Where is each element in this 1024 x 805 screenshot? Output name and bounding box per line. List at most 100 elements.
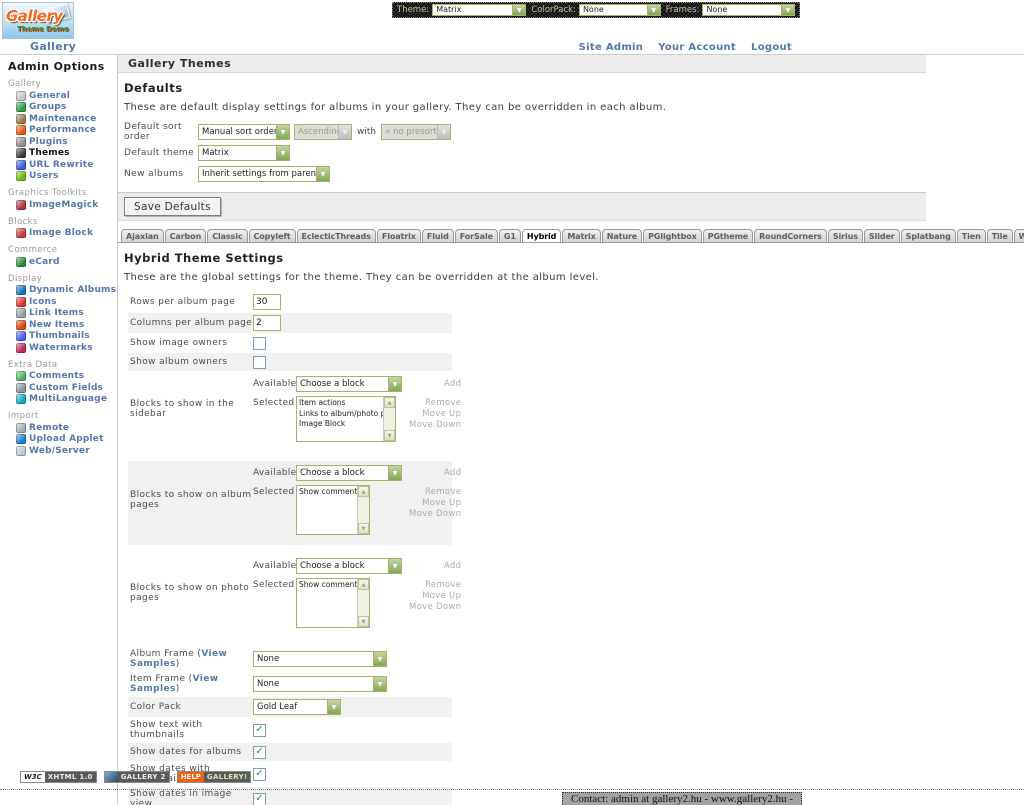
view-samples-link[interactable]: View Samples bbox=[130, 649, 227, 669]
sidebar-item-general[interactable]: General bbox=[8, 90, 117, 102]
list-option-item-actions[interactable]: Item actions bbox=[299, 398, 381, 409]
sidebar-link-dynamic-albums[interactable]: Dynamic Albums bbox=[29, 285, 116, 295]
tab-floatrix[interactable]: Floatrix bbox=[377, 229, 421, 242]
tab-sirius[interactable]: Sirius bbox=[828, 229, 863, 242]
tab-forsale[interactable]: ForSale bbox=[455, 229, 498, 242]
tab-matrix[interactable]: Matrix bbox=[562, 229, 600, 242]
tab-g1[interactable]: G1 bbox=[499, 229, 521, 242]
blocks-to-show-in-the-sidebar-selected-listbox[interactable]: Item actionsLinks to album/photo peersIm… bbox=[296, 396, 396, 442]
tab-pglightbox[interactable]: PGlightbox bbox=[643, 229, 702, 242]
sidebar-link-remote[interactable]: Remote bbox=[29, 423, 69, 433]
tab-eclecticthreads[interactable]: EclecticThreads bbox=[297, 229, 376, 242]
tab-fluid[interactable]: Fluid bbox=[422, 229, 454, 242]
list-option-links-to-album-photo-peers[interactable]: Links to album/photo peers bbox=[299, 409, 381, 420]
sidebar-link-url-rewrite[interactable]: URL Rewrite bbox=[29, 160, 94, 170]
add-link[interactable]: Add bbox=[409, 468, 461, 479]
remove-link[interactable]: Remove bbox=[409, 580, 461, 591]
sidebar-link-thumbnails[interactable]: Thumbnails bbox=[29, 331, 90, 341]
add-link[interactable]: Add bbox=[409, 379, 461, 390]
scroll-down-icon[interactable]: ▼ bbox=[384, 430, 395, 441]
move-down-link[interactable]: Move Down bbox=[409, 602, 461, 613]
tab-pgtheme[interactable]: PGtheme bbox=[703, 229, 753, 242]
scroll-down-icon[interactable]: ▼ bbox=[358, 523, 369, 534]
move-up-link[interactable]: Move Up bbox=[409, 409, 461, 420]
breadcrumb-gallery-link[interactable]: Gallery bbox=[30, 40, 76, 53]
color-pack-select[interactable]: Gold Leaf▼ bbox=[253, 699, 341, 715]
tab-slider[interactable]: Slider bbox=[864, 229, 900, 242]
tab-ajaxian[interactable]: Ajaxian bbox=[121, 229, 164, 242]
sidebar-link-watermarks[interactable]: Watermarks bbox=[29, 343, 93, 353]
list-option-show-comments[interactable]: Show comments bbox=[299, 580, 355, 591]
blocks-to-show-on-album-pages-selected-listbox[interactable]: Show comments▲ ▼ bbox=[296, 485, 370, 535]
view-samples-link[interactable]: View Samples bbox=[130, 674, 218, 694]
gallery-logo[interactable]: Gallery Theme Demo bbox=[2, 2, 74, 39]
sidebar-item-watermarks[interactable]: Watermarks bbox=[8, 342, 117, 354]
tab-classic[interactable]: Classic bbox=[207, 229, 247, 242]
blocks-to-show-in-the-sidebar-available-select[interactable]: Choose a block▼ bbox=[296, 376, 402, 392]
sidebar-item-users[interactable]: Users bbox=[8, 171, 117, 183]
sidebar-item-multilanguage[interactable]: MultiLanguage bbox=[8, 394, 117, 406]
move-down-link[interactable]: Move Down bbox=[409, 420, 461, 431]
show-text-with-thumbnails-checkbox[interactable]: ✓ bbox=[253, 724, 266, 737]
show-dates-for-albums-checkbox[interactable]: ✓ bbox=[253, 746, 266, 759]
sidebar-link-users[interactable]: Users bbox=[29, 171, 59, 181]
sidebar-link-custom-fields[interactable]: Custom Fields bbox=[29, 383, 103, 393]
sidebar-item-custom-fields[interactable]: Custom Fields bbox=[8, 382, 117, 394]
move-up-link[interactable]: Move Up bbox=[409, 498, 461, 509]
remove-link[interactable]: Remove bbox=[409, 398, 461, 409]
tab-nature[interactable]: Nature bbox=[602, 229, 642, 242]
sidebar-item-web-server[interactable]: Web/Server bbox=[8, 445, 117, 457]
sidebar-link-maintenance[interactable]: Maintenance bbox=[29, 114, 96, 124]
sidebar-item-imagemagick[interactable]: ImageMagick bbox=[8, 199, 117, 211]
tab-tile[interactable]: Tile bbox=[987, 229, 1013, 242]
nav-link-logout[interactable]: Logout bbox=[751, 42, 792, 53]
sidebar-item-new-items[interactable]: New Items bbox=[8, 319, 117, 331]
sidebar-link-themes[interactable]: Themes bbox=[29, 148, 70, 158]
nav-link-site-admin[interactable]: Site Admin bbox=[579, 42, 644, 53]
sidebar-link-ecard[interactable]: eCard bbox=[29, 257, 60, 267]
sidebar-item-upload-applet[interactable]: Upload Applet bbox=[8, 434, 117, 446]
sidebar-link-upload-applet[interactable]: Upload Applet bbox=[29, 434, 104, 444]
tab-wordpressembedded[interactable]: WordpressEmbedded bbox=[1014, 229, 1024, 242]
presort-select[interactable]: « no presort »▼ bbox=[381, 124, 451, 140]
tab-carbon[interactable]: Carbon bbox=[165, 229, 207, 242]
tab-roundcorners[interactable]: RoundCorners bbox=[754, 229, 827, 242]
listbox-scrollbar[interactable]: ▲▼ bbox=[357, 579, 369, 627]
sidebar-item-remote[interactable]: Remote bbox=[8, 422, 117, 434]
badge-g2[interactable]: GALLERY 2 bbox=[104, 771, 170, 783]
sidebar-link-icons[interactable]: Icons bbox=[29, 297, 57, 307]
badge-w3c[interactable]: W3CXHTML 1.0 bbox=[20, 771, 97, 783]
sidebar-item-image-block[interactable]: Image Block bbox=[8, 228, 117, 240]
move-up-link[interactable]: Move Up bbox=[409, 591, 461, 602]
sidebar-item-groups[interactable]: Groups bbox=[8, 102, 117, 114]
album-frame-select[interactable]: None▼ bbox=[253, 651, 387, 667]
badge-help[interactable]: HELPGALLERY! bbox=[177, 771, 252, 783]
list-option-show-comments[interactable]: Show comments bbox=[299, 487, 355, 498]
blocks-to-show-on-album-pages-available-select[interactable]: Choose a block▼ bbox=[296, 465, 402, 481]
sidebar-item-link-items[interactable]: Link Items bbox=[8, 308, 117, 320]
frames-select[interactable]: None▼ bbox=[702, 4, 795, 16]
columns-per-album-page-input[interactable] bbox=[253, 315, 281, 331]
tab-copyleft[interactable]: Copyleft bbox=[249, 229, 296, 242]
show-image-owners-checkbox[interactable] bbox=[253, 337, 266, 350]
tab-hybrid[interactable]: Hybrid bbox=[522, 229, 561, 243]
listbox-scrollbar[interactable]: ▲▼ bbox=[383, 397, 395, 441]
blocks-to-show-on-photo-pages-selected-listbox[interactable]: Show comments▲▼ bbox=[296, 578, 370, 628]
sidebar-item-dynamic-albums[interactable]: Dynamic Albums bbox=[8, 285, 117, 297]
new-albums-select[interactable]: Inherit settings from parent album▼ bbox=[198, 166, 330, 182]
show-dates-with-thumbnails-checkbox[interactable]: ✓ bbox=[253, 768, 266, 781]
sidebar-item-maintenance[interactable]: Maintenance bbox=[8, 113, 117, 125]
sidebar-item-comments[interactable]: Comments bbox=[8, 371, 117, 383]
sidebar-item-thumbnails[interactable]: Thumbnails bbox=[8, 331, 117, 343]
sidebar-link-plugins[interactable]: Plugins bbox=[29, 137, 68, 147]
sidebar-item-themes[interactable]: Themes bbox=[8, 148, 117, 160]
show-album-owners-checkbox[interactable] bbox=[253, 356, 266, 369]
tab-splatbang[interactable]: Splatbang bbox=[901, 229, 956, 242]
add-link[interactable]: Add bbox=[409, 561, 461, 572]
remove-link[interactable]: Remove bbox=[409, 487, 461, 498]
scroll-up-icon[interactable]: ▲ bbox=[384, 397, 395, 408]
scroll-up-icon[interactable]: ▲ bbox=[358, 486, 369, 497]
list-option-image-block[interactable]: Image Block bbox=[299, 419, 381, 430]
item-frame-select[interactable]: None▼ bbox=[253, 676, 387, 692]
sidebar-link-new-items[interactable]: New Items bbox=[29, 320, 84, 330]
